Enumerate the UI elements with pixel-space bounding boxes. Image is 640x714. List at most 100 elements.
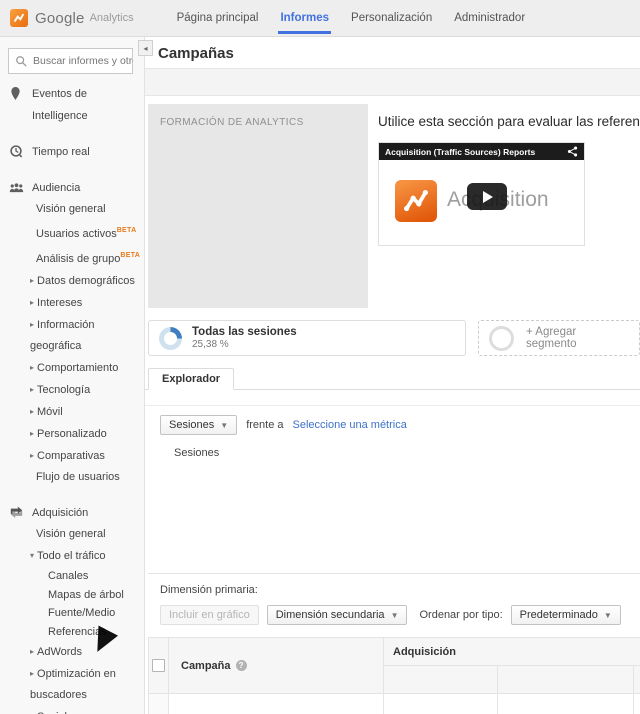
segment-donut-icon <box>159 327 182 350</box>
row-campaign-cell <box>169 694 384 714</box>
summary-sessions <box>384 694 498 714</box>
sidebar-item-social[interactable]: ▸Social <box>0 706 144 714</box>
search-input[interactable] <box>31 54 135 68</box>
sidebar-item-label: Móvil <box>37 406 63 418</box>
campaigns-table: Campaña? Adquisición <box>148 637 640 714</box>
sidebar-item-label: AdWords <box>37 646 82 658</box>
sidebar-item-label: Optimización en buscadores <box>30 668 116 701</box>
help-icon[interactable]: ? <box>236 660 247 671</box>
overview-side-text <box>598 142 640 246</box>
sidebar-item-datos-demográficos[interactable]: ▸Datos demográficos <box>0 270 144 292</box>
analytics-video-logo-icon <box>395 180 437 222</box>
sidebar-item-label: Canales <box>48 570 88 582</box>
sidebar-item-comparativas[interactable]: ▸Comparativas <box>0 445 144 467</box>
metric-select[interactable]: Sesiones▼ <box>160 415 237 435</box>
sidebar-item-comportamiento[interactable]: ▸Comportamiento <box>0 357 144 379</box>
analytics-academy-panel: FORMACIÓN DE ANALYTICS <box>148 104 368 308</box>
column-header-campaign[interactable]: Campaña? <box>169 638 384 694</box>
sidebar-item-adwords[interactable]: ▸AdWords <box>0 641 144 663</box>
sidebar-item-tecnología[interactable]: ▸Tecnología <box>0 379 144 401</box>
select-all-checkbox[interactable] <box>152 659 165 672</box>
main-content: Campañas FORMACIÓN DE ANALYTICS Utilice … <box>145 37 640 714</box>
sidebar-item-flujo-de-usuarios[interactable]: Flujo de usuarios <box>0 467 144 488</box>
plot-rows-button[interactable]: Incluir en gráfico <box>160 605 259 625</box>
chevron-down-icon: ▼ <box>604 611 612 620</box>
sidebar-item-análisis-de-grupo[interactable]: Análisis de grupoBETA <box>0 245 144 270</box>
triangle-right-icon: ▸ <box>30 669 34 678</box>
sidebar-item-label: Comportamiento <box>37 362 118 374</box>
column-header-sessions[interactable] <box>384 666 498 694</box>
sidebar-item-móvil[interactable]: ▸Móvil <box>0 401 144 423</box>
sidebar-item-canales[interactable]: Canales <box>0 567 144 586</box>
overview-heading: Utilice esta sección para evaluar las re… <box>378 114 640 129</box>
triangle-right-icon: ▸ <box>30 407 34 416</box>
realtime-icon <box>9 144 23 166</box>
page-title: Campañas <box>158 45 640 62</box>
sidebar-item-intereses[interactable]: ▸Intereses <box>0 292 144 314</box>
sidebar-item-mapas-de-árbol[interactable]: Mapas de árbol <box>0 586 144 605</box>
sidebar-item-tiempo-real[interactable]: Tiempo real <box>0 141 144 163</box>
add-segment-button[interactable]: + Agregar segmento <box>478 320 640 356</box>
sidebar-item-label: Tiempo real <box>32 146 90 158</box>
nav-item-página-principal[interactable]: Página principal <box>166 0 270 36</box>
brand-analytics: Analytics <box>90 12 134 24</box>
sidebar-item-usuarios-activos[interactable]: Usuarios activosBETA <box>0 220 144 245</box>
sidebar-item-información-geográfica[interactable]: ▸Información geográfica <box>0 314 144 357</box>
sidebar-item-label: Eventos de Intelligence <box>32 88 88 122</box>
sidebar-item-label: Fuente/Medio <box>48 607 115 619</box>
tab-explorador[interactable]: Explorador <box>148 368 234 390</box>
sidebar-item-visión-general[interactable]: Visión general <box>0 199 144 220</box>
nav-item-informes[interactable]: Informes <box>269 0 340 36</box>
sidebar-item-label: Todo el tráfico <box>37 550 105 562</box>
play-button-icon[interactable] <box>467 183 507 210</box>
triangle-down-icon: ▾ <box>30 551 34 560</box>
search-icon <box>15 55 27 67</box>
sidebar-item-label: Personalizado <box>37 428 107 440</box>
summary-extra <box>634 694 640 714</box>
column-header-new-sessions[interactable] <box>498 666 634 694</box>
triangle-right-icon: ▸ <box>30 298 34 307</box>
sidebar-item-todo-el-tráfico[interactable]: ▾Todo el tráfico <box>0 545 144 567</box>
metric-group-tabs <box>145 390 640 406</box>
nav-item-personalización[interactable]: Personalización <box>340 0 443 36</box>
sort-type-button[interactable]: Predeterminado▼ <box>511 605 621 625</box>
sidebar-item-adquisición[interactable]: Adquisición <box>0 502 144 524</box>
sidebar-item-label: Visión general <box>36 528 106 540</box>
sidebar-menu: Eventos de Intelligence Tiempo real Audien… <box>0 83 144 714</box>
chart-x-axis <box>157 555 640 570</box>
sidebar-item-label: Audiencia <box>32 182 80 194</box>
group-header-acquisition: Adquisición <box>384 638 640 666</box>
sidebar-item-label: Mapas de árbol <box>48 589 124 601</box>
sidebar-collapse-button[interactable]: ◂ <box>138 40 153 56</box>
share-icon[interactable] <box>567 146 578 157</box>
sidebar-item-fuente-medio[interactable]: Fuente/Medio <box>0 604 144 623</box>
primary-nav: Página principalInformesPersonalizaciónA… <box>166 0 537 36</box>
report-search <box>8 48 133 74</box>
triangle-right-icon: ▸ <box>30 647 34 656</box>
sidebar-item-label: Análisis de grupo <box>36 253 120 265</box>
sidebar-item-label: Visión general <box>36 203 106 215</box>
add-segment-ring-icon <box>489 326 514 351</box>
triangle-right-icon: ▸ <box>30 429 34 438</box>
analytics-page: Google Analytics Página principalInforme… <box>0 0 640 714</box>
sidebar-item-label: Intereses <box>37 297 82 309</box>
section-overview: Utilice esta sección para evaluar las re… <box>378 104 640 308</box>
sidebar-item-personalizado[interactable]: ▸Personalizado <box>0 423 144 445</box>
column-header-extra <box>634 666 640 694</box>
sidebar-item-referencias[interactable]: Referencias <box>0 623 144 642</box>
sidebar-item-audiencia[interactable]: Audiencia <box>0 177 144 199</box>
brand-google: Google <box>35 10 85 27</box>
chart-legend: Sesiones <box>161 447 640 459</box>
sidebar-item-optimización-en-buscadores[interactable]: ▸Optimización en buscadores <box>0 663 144 706</box>
secondary-dimension-button[interactable]: Dimensión secundaria▼ <box>267 605 408 625</box>
select-metric-link[interactable]: Seleccione una métrica <box>293 419 407 431</box>
legend-label: Sesiones <box>174 447 219 459</box>
sidebar-item-eventos-de-intelligence[interactable]: Eventos de Intelligence <box>0 83 144 127</box>
sidebar-item-visión-general[interactable]: Visión general <box>0 524 144 545</box>
nav-item-administrador[interactable]: Administrador <box>443 0 536 36</box>
video-thumbnail[interactable]: Acquisition (Traffic Sources) Reports Ac… <box>378 142 585 246</box>
segment-all-sessions[interactable]: Todas las sesiones 25,38 % <box>148 320 466 356</box>
video-title: Acquisition (Traffic Sources) Reports <box>385 147 567 157</box>
beta-badge: BETA <box>120 252 140 259</box>
chevron-down-icon: ▼ <box>391 611 399 620</box>
